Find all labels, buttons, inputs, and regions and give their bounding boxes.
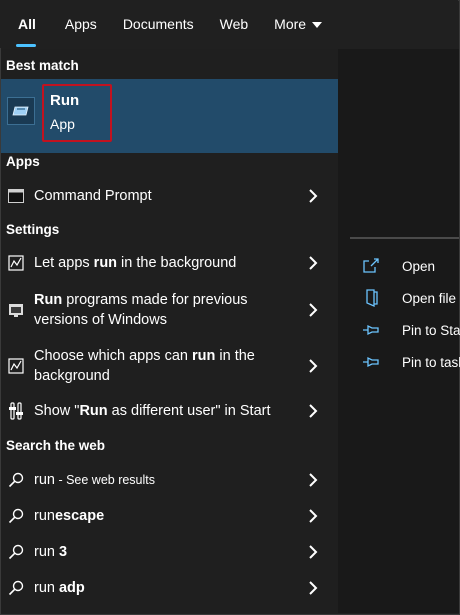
open-icon — [362, 257, 380, 275]
list-item-setting[interactable]: Run programs made for previous versions … — [1, 285, 338, 335]
compatibility-icon — [8, 302, 24, 318]
section-heading-apps: Apps — [6, 154, 40, 169]
search-icon — [8, 472, 24, 488]
list-item-web-search[interactable]: run adp — [1, 571, 338, 605]
action-label: Open file — [402, 290, 457, 306]
section-heading-best-match: Best match — [6, 58, 79, 73]
action-label: Pin to Star — [402, 322, 460, 338]
tab-label: All — [18, 16, 36, 32]
section-heading-search-web: Search the web — [6, 438, 106, 453]
best-match-item[interactable]: Run App — [1, 79, 338, 153]
run-icon — [7, 97, 35, 125]
chevron-right-icon[interactable] — [308, 473, 318, 487]
chevron-right-icon[interactable] — [308, 545, 318, 559]
action-pin-to-taskbar[interactable]: Pin to task — [362, 353, 460, 371]
action-label: Open — [402, 258, 436, 274]
tab-all[interactable]: All — [0, 0, 52, 48]
command-prompt-icon — [8, 188, 24, 204]
tab-label: Documents — [122, 16, 194, 32]
chevron-right-icon[interactable] — [308, 509, 318, 523]
open-file-location-icon — [362, 289, 380, 307]
list-item-setting[interactable]: Show "Run as different user" in Start — [1, 394, 338, 428]
results-list: Best match Run App Apps Command Prompt S… — [1, 49, 338, 613]
action-open-file-location[interactable]: Open file — [362, 289, 456, 307]
chevron-right-icon[interactable] — [308, 404, 318, 418]
tab-web[interactable]: Web — [207, 0, 262, 48]
background-apps-icon — [8, 358, 24, 374]
chevron-right-icon[interactable] — [308, 581, 318, 595]
background-apps-icon — [8, 255, 24, 271]
tab-apps[interactable]: Apps — [52, 0, 110, 48]
list-item-setting[interactable]: Let apps run in the background — [1, 246, 338, 280]
list-item-label: Choose which apps can run in the backgro… — [34, 348, 255, 384]
chevron-right-icon[interactable] — [308, 256, 318, 270]
search-icon — [8, 544, 24, 560]
list-item-web-search[interactable]: run 3 — [1, 535, 338, 569]
search-filter-tabs: All Apps Documents Web More — [0, 0, 458, 48]
list-item-web-search[interactable]: run - See web results — [1, 463, 338, 497]
pin-icon — [362, 321, 380, 339]
chevron-right-icon[interactable] — [308, 303, 318, 317]
action-open[interactable]: Open — [362, 257, 435, 275]
active-tab-indicator — [16, 44, 36, 47]
tab-label: Web — [219, 16, 249, 32]
list-item-label: Run programs made for previous versions … — [34, 292, 248, 328]
list-item-label: run - See web results — [34, 472, 156, 488]
tab-label: Apps — [64, 16, 97, 32]
chevron-right-icon[interactable] — [308, 359, 318, 373]
search-icon — [8, 580, 24, 596]
tab-label: More — [274, 16, 307, 32]
list-item-label: Let apps run in the background — [34, 255, 237, 271]
section-heading-settings: Settings — [6, 222, 60, 237]
start-settings-icon — [8, 402, 24, 420]
list-item-command-prompt[interactable]: Command Prompt — [1, 179, 338, 213]
best-match-subtitle: App — [50, 116, 75, 132]
best-match-title: Run — [50, 92, 80, 109]
preview-pane: Open Open file Pin to Star Pin to task — [338, 49, 460, 613]
pin-icon — [362, 353, 380, 371]
list-item-setting[interactable]: Choose which apps can run in the backgro… — [1, 341, 338, 391]
list-item-web-search[interactable]: runescape — [1, 499, 338, 533]
list-item-label: Command Prompt — [34, 188, 152, 204]
search-icon — [8, 508, 24, 524]
action-pin-to-start[interactable]: Pin to Star — [362, 321, 460, 339]
list-item-label: runescape — [34, 508, 105, 524]
tab-more[interactable]: More — [261, 0, 335, 48]
tab-documents[interactable]: Documents — [110, 0, 207, 48]
list-item-label: run adp — [34, 580, 85, 596]
action-label: Pin to task — [402, 354, 460, 370]
chevron-right-icon[interactable] — [308, 189, 318, 203]
divider — [350, 237, 459, 239]
chevron-down-icon — [312, 22, 323, 28]
list-item-label: run 3 — [34, 544, 68, 560]
list-item-label: Show "Run as different user" in Start — [34, 403, 271, 419]
